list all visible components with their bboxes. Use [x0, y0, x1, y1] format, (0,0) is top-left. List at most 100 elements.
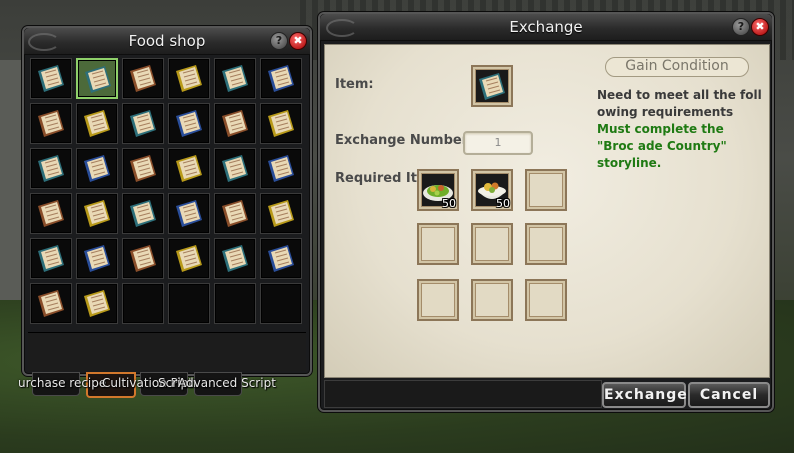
shop-item-slot[interactable]: [214, 58, 256, 99]
shop-item-slot[interactable]: [76, 283, 118, 324]
shop-item-slot[interactable]: [168, 103, 210, 144]
shop-item-slot[interactable]: [214, 148, 256, 189]
close-icon[interactable]: ✖: [751, 18, 769, 36]
shop-item-slot[interactable]: [260, 103, 302, 144]
cancel-button[interactable]: Cancel: [688, 382, 770, 408]
gain-condition-text: Need to meet all the foll owing requirem…: [597, 87, 763, 172]
item-label: Item:: [335, 77, 374, 92]
shop-item-slot[interactable]: [168, 193, 210, 234]
shop-item-slot[interactable]: [260, 58, 302, 99]
shop-item-slot[interactable]: [30, 238, 72, 279]
shop-item-slot-empty[interactable]: [122, 283, 164, 324]
recipe-book-icon: [268, 110, 294, 137]
recipe-book-icon: [130, 245, 156, 272]
recipe-book-icon: [222, 245, 248, 272]
shop-item-slot[interactable]: [122, 193, 164, 234]
recipe-book-icon: [85, 66, 111, 93]
required-item-slot-empty[interactable]: [417, 279, 459, 321]
food-shop-item-grid: [30, 58, 306, 328]
required-item-slot[interactable]: 50: [471, 169, 513, 211]
recipe-book-icon: [268, 65, 294, 92]
recipe-book-icon: [176, 65, 202, 92]
exchange-titlebar[interactable]: Exchange ? ✖: [320, 14, 772, 41]
shop-item-slot[interactable]: [214, 193, 256, 234]
tab-label-advanced-script: Advanced Script: [178, 376, 276, 390]
shop-item-slot[interactable]: [30, 103, 72, 144]
shop-item-slot[interactable]: [122, 148, 164, 189]
recipe-book-icon: [222, 110, 248, 137]
exchange-title: Exchange: [509, 18, 583, 36]
shop-item-slot[interactable]: [168, 58, 210, 99]
shop-item-slot[interactable]: [76, 238, 118, 279]
food-shop-info-panel: [28, 332, 306, 371]
recipe-book-icon: [268, 245, 294, 272]
recipe-book-icon: [268, 200, 294, 227]
shop-item-slot[interactable]: [260, 193, 302, 234]
exchange-status-bar: [324, 380, 602, 408]
exchange-button[interactable]: Exchange: [602, 382, 687, 408]
exchange-number-label: Exchange Number: [335, 133, 469, 148]
recipe-book-icon: [84, 110, 110, 137]
required-item-qty: 50: [442, 197, 456, 210]
recipe-book-icon: [176, 200, 202, 227]
shop-item-slot[interactable]: [76, 193, 118, 234]
shop-item-slot[interactable]: [260, 148, 302, 189]
shop-item-slot-empty[interactable]: [260, 283, 302, 324]
shop-item-slot[interactable]: [122, 103, 164, 144]
shop-item-slot[interactable]: [168, 148, 210, 189]
required-item-slot-empty[interactable]: [417, 223, 459, 265]
food-shop-titlebar[interactable]: Food shop ? ✖: [24, 28, 310, 55]
shop-item-slot[interactable]: [260, 238, 302, 279]
recipe-book-icon: [130, 110, 156, 137]
target-item-slot[interactable]: [471, 65, 513, 107]
required-item-slot-empty[interactable]: [525, 223, 567, 265]
recipe-book-icon: [130, 200, 156, 227]
recipe-book-icon: [84, 155, 110, 182]
recipe-book-icon: [176, 155, 202, 182]
tab-label-purchase-recipe: urchase recipe: [18, 376, 107, 390]
recipe-book-icon: [84, 290, 110, 317]
required-item-qty: 50: [496, 197, 510, 210]
shop-item-slot[interactable]: [30, 148, 72, 189]
help-icon[interactable]: ?: [270, 32, 288, 50]
gain-condition-banner: Gain Condition: [595, 55, 759, 79]
shop-item-slot[interactable]: [30, 58, 72, 99]
required-items-label: Required Ite: [335, 171, 426, 186]
recipe-book-icon: [38, 290, 64, 317]
recipe-book-icon: [84, 245, 110, 272]
recipe-book-icon: [176, 245, 202, 272]
shop-item-slot[interactable]: [76, 148, 118, 189]
recipe-book-icon: [222, 155, 248, 182]
recipe-book-icon: [38, 65, 64, 92]
storyline-condition-text: Must complete the "Broc ade Country" sto…: [597, 122, 727, 170]
required-item-slot-empty[interactable]: [525, 169, 567, 211]
recipe-book-icon: [222, 65, 248, 92]
shop-item-slot[interactable]: [122, 58, 164, 99]
shop-item-slot[interactable]: [30, 283, 72, 324]
shop-item-slot-empty[interactable]: [168, 283, 210, 324]
required-item-slot-empty[interactable]: [471, 223, 513, 265]
recipe-book-icon: [268, 155, 294, 182]
recipe-book-icon: [176, 110, 202, 137]
shop-item-slot[interactable]: [76, 58, 118, 99]
required-item-slot-empty[interactable]: [471, 279, 513, 321]
exchange-parchment-panel: Item: Exchange Number 1 Required Ite 50 …: [324, 44, 770, 378]
required-item-slot-empty[interactable]: [525, 279, 567, 321]
recipe-book-icon: [84, 200, 110, 227]
food-shop-title: Food shop: [128, 32, 206, 50]
shop-item-slot[interactable]: [122, 238, 164, 279]
close-icon[interactable]: ✖: [289, 32, 307, 50]
shop-item-slot[interactable]: [30, 193, 72, 234]
shop-item-slot[interactable]: [214, 238, 256, 279]
shop-item-slot[interactable]: [76, 103, 118, 144]
requirement-text: Need to meet all the foll owing requirem…: [597, 88, 762, 119]
exchange-number-input[interactable]: 1: [463, 131, 533, 155]
help-icon[interactable]: ?: [732, 18, 750, 36]
food-shop-window: Food shop ? ✖: [22, 26, 312, 376]
recipe-book-icon: [479, 73, 505, 100]
gain-condition-title: Gain Condition: [625, 58, 729, 74]
shop-item-slot-empty[interactable]: [214, 283, 256, 324]
required-item-slot[interactable]: 50: [417, 169, 459, 211]
shop-item-slot[interactable]: [168, 238, 210, 279]
shop-item-slot[interactable]: [214, 103, 256, 144]
